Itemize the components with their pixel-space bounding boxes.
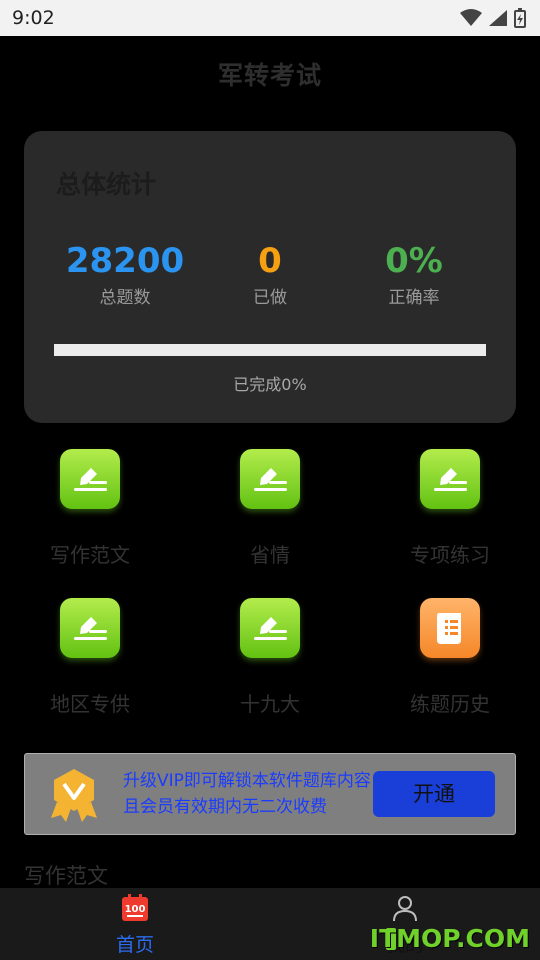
grid-item-province[interactable]: 省情	[180, 449, 360, 568]
stat-total: 28200 总题数	[50, 239, 200, 308]
signal-icon	[489, 10, 507, 26]
status-bar: 9:02	[0, 0, 540, 36]
grid-item-writing-samples[interactable]: 写作范文	[0, 449, 180, 568]
stat-done-value: 0	[258, 241, 282, 281]
vip-line-1: 升级VIP即可解锁本软件题库内容	[123, 771, 371, 791]
progress-text: 已完成0%	[233, 375, 307, 394]
stat-total-label: 总题数	[99, 288, 151, 308]
pencil-icon	[420, 449, 480, 509]
nav-home-label: 首页	[115, 934, 154, 956]
nav-item-home[interactable]: 100 首页	[85, 894, 185, 957]
grid-label: 练题历史	[410, 692, 490, 716]
person-icon	[393, 896, 417, 922]
section-title: 写作范文	[24, 864, 108, 888]
grid-item-regional[interactable]: 地区专供	[0, 598, 180, 717]
grid-item-special-practice[interactable]: 专项练习	[360, 449, 540, 568]
pencil-icon	[60, 449, 120, 509]
grid-item-history[interactable]: 练题历史	[360, 598, 540, 717]
svg-text:100: 100	[125, 904, 146, 915]
exam-100-icon: 100	[122, 894, 148, 921]
pencil-icon	[240, 449, 300, 509]
scroll-icon	[420, 598, 480, 658]
stat-accuracy: 0% 正确率	[339, 239, 489, 308]
stat-total-value: 28200	[65, 241, 185, 281]
stats-card: 总体统计 28200 总题数 0 已做 0% 正确率 已完成0%	[24, 131, 516, 423]
stat-done-label: 已做	[253, 288, 287, 308]
stat-accuracy-label: 正确率	[388, 288, 440, 308]
battery-icon	[514, 8, 526, 28]
grid-label: 地区专供	[50, 692, 130, 716]
page-title: 军转考试	[217, 61, 322, 90]
wifi-icon	[460, 9, 482, 26]
grid-label: 写作范文	[50, 543, 130, 567]
status-time: 9:02	[12, 7, 55, 29]
open-vip-button[interactable]: 开通	[373, 771, 495, 817]
watermark: ITMOP.COM	[369, 924, 530, 953]
pencil-icon	[60, 598, 120, 658]
vip-description: 升级VIP即可解锁本软件题库内容 且会员有效期内无二次收费	[123, 768, 373, 820]
grid-label: 十九大	[240, 692, 300, 716]
grid-label: 省情	[250, 543, 290, 567]
progress-bar	[54, 344, 486, 356]
vip-badge-icon	[51, 769, 97, 822]
vip-banner[interactable]: 升级VIP即可解锁本软件题库内容 且会员有效期内无二次收费 开通	[24, 753, 516, 835]
grid-item-19th-congress[interactable]: 十九大	[180, 598, 360, 717]
pencil-icon	[240, 598, 300, 658]
stat-done: 0 已做	[195, 239, 345, 308]
grid-label: 专项练习	[410, 543, 490, 567]
vip-line-2: 且会员有效期内无二次收费	[123, 797, 327, 817]
stats-title: 总体统计	[56, 170, 157, 199]
stat-accuracy-value: 0%	[385, 241, 443, 281]
